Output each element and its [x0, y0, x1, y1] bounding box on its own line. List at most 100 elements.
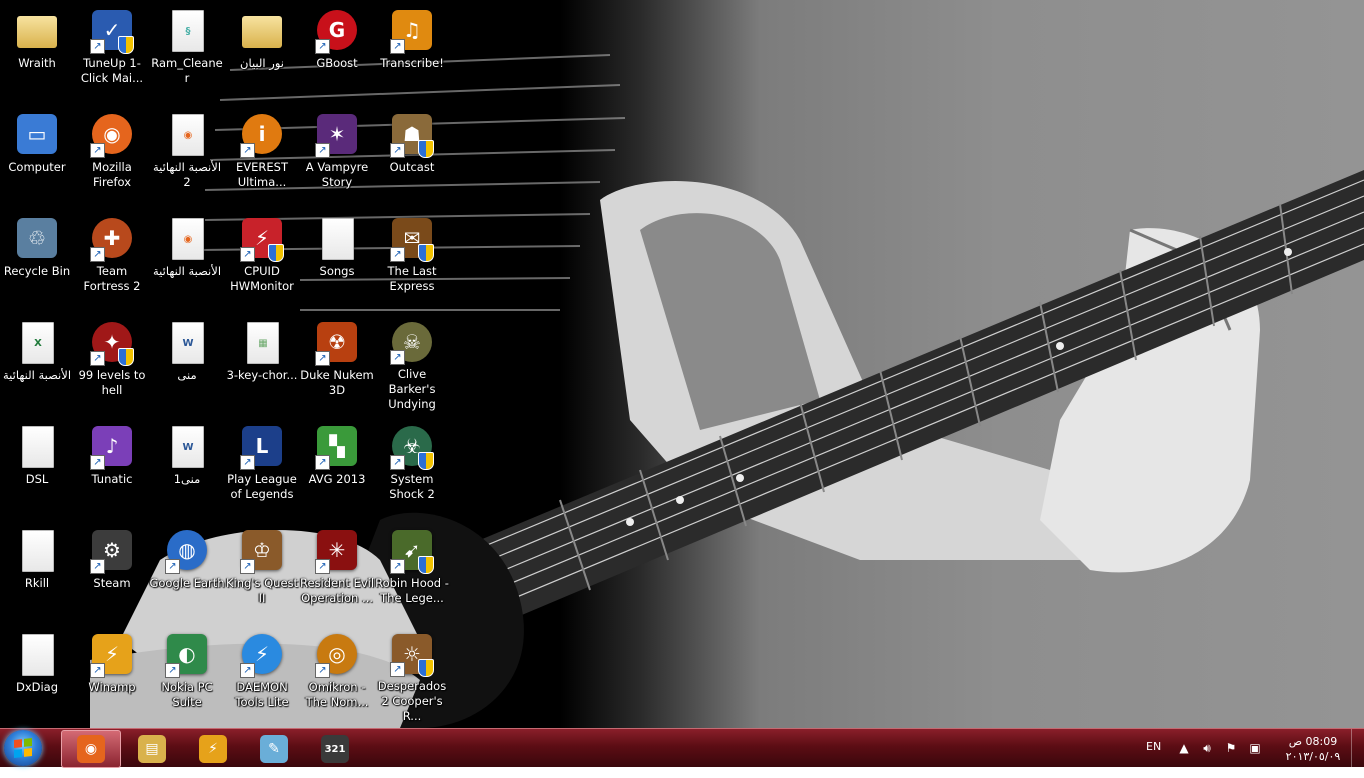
taskbar-button-winamp[interactable]: ⚡ [183, 730, 243, 768]
desktop-icon-image [238, 6, 286, 54]
folder-icon [242, 16, 282, 48]
desktop-icon-label: Rkill [24, 576, 50, 590]
desktop-icon[interactable]: ◉ الأنصبة النهائية [149, 208, 225, 308]
desktop-icon-image: ☼ ↗ [388, 630, 436, 677]
desktop-icon-label: Winamp [88, 680, 136, 694]
desktop-icon[interactable]: ♲ Recycle Bin [0, 208, 75, 308]
desktop-icon[interactable]: ⚡ ↗ CPUID HWMonitor [224, 208, 300, 308]
desktop-icon-image: ➹ ↗ [388, 526, 436, 574]
desktop-icon[interactable]: ✚ ↗ Team Fortress 2 [74, 208, 150, 308]
desktop-icon[interactable]: ◍ ↗ Google Earth [149, 520, 225, 620]
shortcut-arrow-icon: ↗ [90, 247, 105, 262]
script-icon: § [172, 10, 204, 52]
desktop-icon-image: ▚ ↗ [313, 422, 361, 470]
desktop-icon-image: ☣ ↗ [388, 422, 436, 470]
desktop-icon[interactable]: ⚡ ↗ DAEMON Tools Lite [224, 624, 300, 724]
shortcut-arrow-icon: ↗ [390, 455, 405, 470]
shortcut-arrow-icon: ↗ [240, 559, 255, 574]
desktop-icon[interactable]: ✶ ↗ A Vampyre Story [299, 104, 375, 204]
desktop-icon[interactable]: ✳ ↗ Resident Evil Operation ... [299, 520, 375, 620]
desktop-icon[interactable]: § Ram_Cleaner [149, 0, 225, 100]
clock-date: ٢٠١٣/٠٥/٠٩ [1285, 750, 1341, 763]
desktop-icon[interactable]: Wraith [0, 0, 75, 100]
desktop-icon-image: G ↗ [313, 6, 361, 54]
desktop-icon-label: Steam [93, 576, 131, 590]
desktop-icon-image: ◉ [163, 214, 211, 262]
desktop-icon[interactable]: ◉ الأنصبة النهائية 2 [149, 104, 225, 204]
desktop-icon[interactable]: DSL [0, 416, 75, 516]
desktop-icon[interactable]: ✦ ↗ 99 levels to hell [74, 312, 150, 412]
desktop-icon[interactable]: ⚡ ↗ Winamp [74, 624, 150, 724]
desktop-icon[interactable]: ♔ ↗ King's Quest II [224, 520, 300, 620]
desktop-icon[interactable]: Rkill [0, 520, 75, 620]
show-hidden-icons-icon[interactable]: ▲ [1177, 741, 1191, 755]
desktop-icon[interactable]: ☠ ↗ Clive Barker's Undying [374, 312, 450, 412]
shortcut-arrow-icon: ↗ [390, 350, 405, 365]
taskbar-button-explorer[interactable]: ▤ [122, 730, 182, 768]
blank-file-icon [22, 426, 54, 468]
desktop-icon-label: Nokia PC Suite [161, 680, 213, 709]
shortcut-arrow-icon: ↗ [315, 455, 330, 470]
show-desktop-button[interactable] [1351, 729, 1364, 767]
desktop-icon[interactable]: ☗ ↗ Outcast [374, 104, 450, 204]
shortcut-arrow-icon: ↗ [315, 39, 330, 54]
desktop-icon-image: ♲ [13, 214, 61, 262]
desktop-icon[interactable]: ▭ Computer [0, 104, 75, 204]
desktop-icon[interactable]: ✉ ↗ The Last Express [374, 208, 450, 308]
desktop-icon[interactable]: ◎ ↗ Omikron - The Nom... [299, 624, 375, 724]
desktop-icon-image: ⚙ ↗ [88, 526, 136, 574]
action-center-flag-icon[interactable]: ⚑ [1224, 741, 1238, 755]
shortcut-arrow-icon: ↗ [390, 143, 405, 158]
start-button[interactable] [4, 730, 42, 766]
desktop-icon[interactable]: W منى [149, 312, 225, 412]
desktop-icon[interactable]: G ↗ GBoost [299, 0, 375, 100]
desktop-icon[interactable]: ♪ ↗ Tunatic [74, 416, 150, 516]
network-icon[interactable]: ▣ [1248, 741, 1262, 755]
desktop-icon[interactable]: Songs [299, 208, 375, 308]
shortcut-arrow-icon: ↗ [240, 143, 255, 158]
shortcut-arrow-icon: ↗ [390, 247, 405, 262]
desktop-icon[interactable]: ☣ ↗ System Shock 2 [374, 416, 450, 516]
desktop-icon[interactable]: ◉ ↗ Mozilla Firefox [74, 104, 150, 204]
desktop-icon[interactable]: ▚ ↗ AVG 2013 [299, 416, 375, 516]
desktop-icon-label: Omikron - The Nom... [305, 680, 369, 709]
shortcut-arrow-icon: ↗ [90, 143, 105, 158]
desktop-icon-image: ♔ ↗ [238, 526, 286, 574]
shortcut-arrow-icon: ↗ [165, 663, 180, 678]
system-clock[interactable]: 08:09 ص ٢٠١٣/٠٥/٠٩ [1278, 734, 1348, 764]
shortcut-arrow-icon: ↗ [315, 559, 330, 574]
taskbar-button-media-player-classic[interactable]: 321 [305, 730, 365, 768]
desktop-icon[interactable]: ⚙ ↗ Steam [74, 520, 150, 620]
desktop-icon-label: نور البيان [240, 56, 284, 70]
desktop-icon[interactable]: ♫ ↗ Transcribe! [374, 0, 450, 100]
desktop-icon[interactable]: i ↗ EVEREST Ultima... [224, 104, 300, 204]
desktop-icon-label: Duke Nukem 3D [300, 368, 374, 397]
shortcut-arrow-icon: ↗ [315, 663, 330, 678]
desktop-icon[interactable]: نور البيان [224, 0, 300, 100]
desktop-icon[interactable]: ☼ ↗ Desperados 2 Cooper's R... [374, 624, 450, 724]
desktop-icon-image: ♫ ↗ [388, 6, 436, 54]
taskbar-button-firefox[interactable]: ◉ [61, 730, 121, 768]
desktop-icon[interactable]: L ↗ Play League of Legends [224, 416, 300, 516]
desktop-icon-label: GBoost [316, 56, 358, 70]
volume-icon[interactable]: 🔊︎ [1200, 741, 1214, 755]
firefox-html-icon: ◉ [172, 114, 204, 156]
desktop-icon-label: DAEMON Tools Lite [235, 680, 289, 709]
desktop-icon[interactable]: ☢ ↗ Duke Nukem 3D [299, 312, 375, 412]
uac-shield-icon [268, 244, 284, 262]
desktop-icon[interactable]: ➹ ↗ Robin Hood - The Lege... [374, 520, 450, 620]
desktop-icon-image: § [163, 6, 211, 54]
desktop-icon[interactable]: ▦ 3-key-chor... [224, 312, 300, 412]
language-indicator[interactable]: EN [1146, 740, 1161, 778]
desktop-icon[interactable]: X الأنصبة النهائية [0, 312, 75, 412]
taskbar-button-notepad[interactable]: ✎ [244, 730, 304, 768]
firefox-icon: ◉ [77, 735, 105, 763]
desktop-icon-image: ✚ ↗ [88, 214, 136, 262]
desktop-icon[interactable]: W 1منى [149, 416, 225, 516]
desktop-icon[interactable]: ✓ ↗ TuneUp 1-Click Mai... [74, 0, 150, 100]
desktop-icon[interactable]: DxDiag [0, 624, 75, 724]
shortcut-arrow-icon: ↗ [390, 662, 405, 677]
desktop-icon[interactable]: ◐ ↗ Nokia PC Suite [149, 624, 225, 724]
desktop-icon-label: Wraith [18, 56, 56, 70]
desktop-icon-label: Play League of Legends [227, 472, 297, 501]
